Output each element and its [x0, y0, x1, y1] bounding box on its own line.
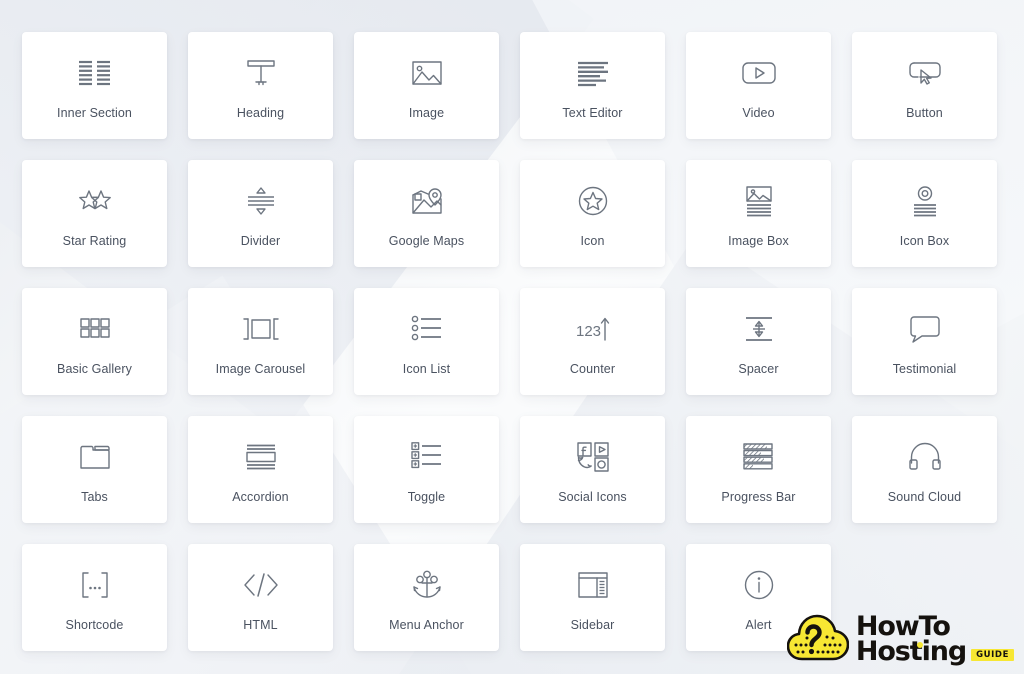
widget-card-icon-list[interactable]: Icon List [354, 288, 499, 395]
progress-bars-icon [739, 439, 779, 475]
widget-card-sidebar[interactable]: Sidebar [520, 544, 665, 651]
button-cursor-icon [905, 55, 945, 91]
folder-tabs-icon [75, 439, 115, 475]
widget-label: Accordion [232, 490, 289, 504]
social-grid-icon [573, 439, 613, 475]
widget-card-heading[interactable]: Heading [188, 32, 333, 139]
widget-label: Star Rating [62, 234, 127, 248]
widget-label: Icon List [402, 362, 451, 376]
spacer-arrows-icon [739, 311, 779, 347]
widget-label: Text Editor [562, 106, 623, 120]
widget-label: Image Box [728, 234, 789, 248]
image-box-icon [739, 183, 779, 219]
widget-card-video[interactable]: Video [686, 32, 831, 139]
sidebar-layout-icon [573, 567, 613, 603]
brand-wordmark: HowTo Hosting GUIDE [855, 613, 1014, 667]
widget-card-icon-box[interactable]: Icon Box [852, 160, 997, 267]
widget-card-tabs[interactable]: Tabs [22, 416, 167, 523]
widget-label: Video [742, 106, 775, 120]
divider-arrows-icon [241, 183, 281, 219]
question-mark-cloud-icon [786, 613, 850, 666]
widget-card-counter[interactable]: 123 Counter [520, 288, 665, 395]
anchor-icon [407, 567, 447, 603]
video-play-icon [739, 55, 779, 91]
widget-label: Google Maps [388, 234, 465, 248]
widget-card-button[interactable]: Button [852, 32, 997, 139]
widget-card-basic-gallery[interactable]: Basic Gallery [22, 288, 167, 395]
widget-card-html[interactable]: HTML [188, 544, 333, 651]
widget-card-testimonial[interactable]: Testimonial [852, 288, 997, 395]
info-circle-icon [739, 567, 779, 603]
widget-grid: Inner Section Heading Image Text Editor … [22, 32, 1000, 651]
brackets-ellipsis-icon [75, 567, 115, 603]
map-pin-icon [407, 183, 447, 219]
svg-text:123: 123 [576, 323, 601, 340]
widget-label: Divider [240, 234, 281, 248]
widget-label: Alert [745, 618, 772, 632]
widget-label: Icon Box [899, 234, 950, 248]
widget-card-image[interactable]: Image [354, 32, 499, 139]
widget-label: Counter [569, 362, 616, 376]
bulleted-list-icon [407, 311, 447, 347]
widget-card-star-rating[interactable]: Star Rating [22, 160, 167, 267]
inner-section-icon [75, 55, 115, 91]
widget-card-social-icons[interactable]: Social Icons [520, 416, 665, 523]
headphones-icon [905, 439, 945, 475]
widget-label: Basic Gallery [57, 362, 132, 376]
widget-label: Menu Anchor [389, 618, 464, 632]
brand-line-2: Hosting GUIDE [855, 635, 1014, 667]
heading-t-icon [241, 55, 281, 91]
widget-label: Spacer [738, 362, 779, 376]
widget-card-spacer[interactable]: Spacer [686, 288, 831, 395]
image-picture-icon [407, 55, 447, 91]
widget-card-sound-cloud[interactable]: Sound Cloud [852, 416, 997, 523]
widget-card-menu-anchor[interactable]: Menu Anchor [354, 544, 499, 651]
brand-accent-dot [916, 641, 923, 648]
stars-icon [75, 183, 115, 219]
counter-123-arrow-icon: 123 [573, 311, 613, 347]
widget-card-inner-section[interactable]: Inner Section [22, 32, 167, 139]
widget-label: Testimonial [892, 362, 957, 376]
widget-label: Progress Bar [721, 490, 796, 504]
widget-card-text-editor[interactable]: Text Editor [520, 32, 665, 139]
icon-box-icon [905, 183, 945, 219]
widget-label: Button [906, 106, 943, 120]
widget-card-shortcode[interactable]: Shortcode [22, 544, 167, 651]
brand-line-2-text: Hosting [855, 635, 967, 667]
widget-label: Icon [580, 234, 605, 248]
widget-label: Image [408, 106, 445, 120]
text-lines-icon [573, 55, 613, 91]
carousel-icon [241, 311, 281, 347]
widget-card-toggle[interactable]: Toggle [354, 416, 499, 523]
widget-label: Shortcode [65, 618, 124, 632]
circle-star-icon [573, 183, 613, 219]
widget-label: Heading [236, 106, 285, 120]
widget-card-progress-bar[interactable]: Progress Bar [686, 416, 831, 523]
grid-squares-icon [75, 311, 115, 347]
speech-bubble-icon [905, 311, 945, 347]
widget-card-google-maps[interactable]: Google Maps [354, 160, 499, 267]
widget-label: Social Icons [558, 490, 627, 504]
widget-card-icon[interactable]: Icon [520, 160, 665, 267]
brand-logo: HowTo Hosting GUIDE [786, 613, 1014, 667]
widget-card-image-carousel[interactable]: Image Carousel [188, 288, 333, 395]
widget-label: Tabs [81, 490, 108, 504]
code-angle-brackets-icon [241, 567, 281, 603]
widget-card-accordion[interactable]: Accordion [188, 416, 333, 523]
widget-label: Sound Cloud [887, 490, 962, 504]
toggle-plus-list-icon [407, 439, 447, 475]
widget-label: Image Carousel [215, 362, 306, 376]
widget-card-divider[interactable]: Divider [188, 160, 333, 267]
widget-label: Toggle [407, 490, 446, 504]
widget-card-image-box[interactable]: Image Box [686, 160, 831, 267]
widget-label: Sidebar [570, 618, 615, 632]
accordion-panels-icon [241, 439, 281, 475]
widget-label: Inner Section [57, 106, 132, 120]
widget-label: HTML [243, 618, 278, 632]
brand-guide-badge: GUIDE [971, 648, 1014, 662]
